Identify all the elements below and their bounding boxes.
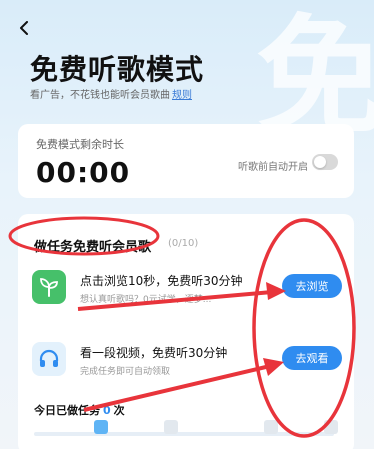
auto-enable-label: 听歌前自动开启 xyxy=(238,162,308,173)
gift-icon xyxy=(164,420,178,434)
watch-button[interactable]: 去观看 xyxy=(282,346,342,370)
page-subtitle: 看广告，不花钱也能听会员歌曲 规则 xyxy=(30,86,192,101)
today-prefix: 今日已做任务 xyxy=(34,404,100,417)
timer-label: 免费模式剩余时长 xyxy=(36,138,124,151)
headphones-icon xyxy=(32,342,66,376)
task-section-title: 做任务免费听会员歌 xyxy=(34,240,152,255)
today-suffix: 次 xyxy=(113,404,125,417)
task-row-browse: 点击浏览10秒，免费听30分钟 想认真听歌吗？0元试学，逐梦... 去浏览 xyxy=(32,270,342,320)
task-description: 完成任务即可自动领取 xyxy=(80,367,171,377)
chevron-left-icon xyxy=(20,21,28,35)
gift-icon xyxy=(94,420,108,434)
task-title: 点击浏览10秒，免费听30分钟 xyxy=(80,274,243,288)
task-card: 做任务免费听会员歌 (0/10) 点击浏览10秒，免费听30分钟 想认真听歌吗？… xyxy=(18,214,354,449)
task-row-video: 看一段视频，免费听30分钟 完成任务即可自动领取 去观看 xyxy=(32,342,342,392)
subtitle-text: 看广告，不花钱也能听会员歌曲 xyxy=(30,90,170,101)
page-title: 免费听歌模式 xyxy=(30,53,205,86)
task-description: 想认真听歌吗？0元试学，逐梦... xyxy=(80,295,212,305)
timer-value: 00:00 xyxy=(36,156,131,189)
sprout-icon xyxy=(32,270,66,304)
task-progress-count: (0/10) xyxy=(168,238,199,249)
task-title: 看一段视频，免费听30分钟 xyxy=(80,346,228,360)
timer-card: 免费模式剩余时长 00:00 听歌前自动开启 xyxy=(18,124,354,198)
gift-icon xyxy=(264,420,278,434)
today-count: 0 xyxy=(103,404,111,417)
browse-button[interactable]: 去浏览 xyxy=(282,274,342,298)
today-task-count: 今日已做任务 0 次 xyxy=(34,402,125,418)
back-button[interactable] xyxy=(16,18,32,38)
task-progress-track xyxy=(34,432,334,436)
rules-link[interactable]: 规则 xyxy=(172,90,192,101)
auto-enable-toggle[interactable] xyxy=(312,154,338,170)
background-watermark-char: 免 xyxy=(255,3,374,152)
gift-icon xyxy=(324,420,338,434)
